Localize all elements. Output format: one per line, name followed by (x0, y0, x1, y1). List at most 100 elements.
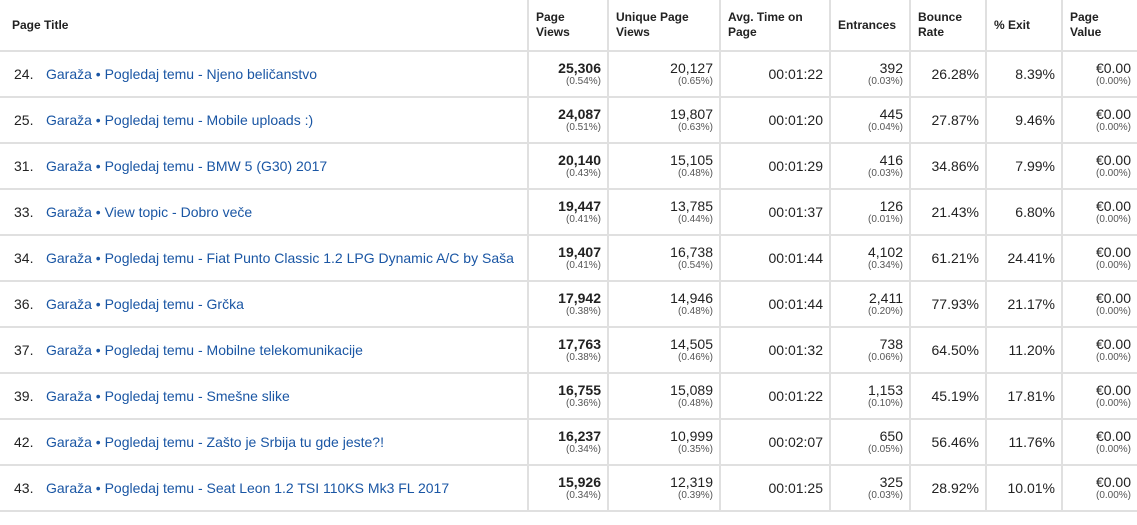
unique-page-views-value: 13,785 (670, 198, 713, 214)
page-value-value: €0.00 (1095, 152, 1131, 168)
page-views-percent: (0.43%) (565, 168, 601, 179)
cell-page-title: 39. Garaža • Pogledaj temu - Smešne slik… (0, 373, 529, 420)
entrances-value: 650 (879, 428, 903, 444)
table-row: 33. Garaža • View topic - Dobro veče 19,… (0, 189, 1137, 236)
page-views-value: 16,237 (558, 428, 601, 444)
row-rank: 42. (14, 433, 34, 450)
cell-entrances: 416 (0.03%) (830, 143, 911, 190)
entrances-value: 392 (879, 60, 903, 76)
unique-page-views-value: 16,738 (670, 244, 713, 260)
page-value-percent: (0.00%) (1095, 444, 1131, 455)
unique-page-views-value: 15,089 (670, 382, 713, 398)
cell-bounce-rate: 28.92% (910, 465, 987, 512)
row-rank: 37. (14, 341, 34, 358)
cell-avg-time: 00:01:32 (720, 327, 831, 374)
entrances-percent: (0.10%) (867, 398, 903, 409)
page-title-link[interactable]: Garaža • Pogledaj temu - Zašto je Srbija… (46, 434, 384, 451)
table-row: 43. Garaža • Pogledaj temu - Seat Leon 1… (0, 465, 1137, 512)
page-value-percent: (0.00%) (1095, 398, 1131, 409)
cell-unique-page-views: 12,319 (0.39%) (608, 465, 721, 512)
cell-bounce-rate: 64.50% (910, 327, 987, 374)
header-page-views[interactable]: Page Views (528, 0, 609, 52)
entrances-value: 445 (879, 106, 903, 122)
header-page-title[interactable]: Page Title (0, 0, 529, 52)
cell-bounce-rate: 21.43% (910, 189, 987, 236)
table-row: 31. Garaža • Pogledaj temu - BMW 5 (G30)… (0, 143, 1137, 190)
cell-page-title: 36. Garaža • Pogledaj temu - Grčka (0, 281, 529, 328)
entrances-percent: (0.01%) (867, 214, 903, 225)
entrances-percent: (0.03%) (867, 168, 903, 179)
cell-page-value: €0.00 (0.00%) (1062, 327, 1137, 374)
table-header-row: Page Title Page Views Unique Page Views … (0, 0, 1137, 52)
header-unique-page-views[interactable]: Unique Page Views (608, 0, 721, 52)
unique-page-views-percent: (0.48%) (677, 306, 713, 317)
header-entrances[interactable]: Entrances (830, 0, 911, 52)
cell-entrances: 445 (0.04%) (830, 97, 911, 144)
cell-bounce-rate: 27.87% (910, 97, 987, 144)
unique-page-views-percent: (0.35%) (677, 444, 713, 455)
cell-page-views: 15,926 (0.34%) (528, 465, 609, 512)
row-rank: 33. (14, 203, 34, 220)
page-value-value: €0.00 (1095, 198, 1131, 214)
cell-unique-page-views: 10,999 (0.35%) (608, 419, 721, 466)
cell-page-views: 24,087 (0.51%) (528, 97, 609, 144)
header-exit[interactable]: % Exit (986, 0, 1063, 52)
cell-page-views: 19,407 (0.41%) (528, 235, 609, 282)
cell-page-title: 25. Garaža • Pogledaj temu - Mobile uplo… (0, 97, 529, 144)
header-bounce-rate[interactable]: Bounce Rate (910, 0, 987, 52)
entrances-percent: (0.03%) (867, 76, 903, 87)
cell-unique-page-views: 14,946 (0.48%) (608, 281, 721, 328)
page-value-value: €0.00 (1095, 60, 1131, 76)
cell-page-value: €0.00 (0.00%) (1062, 373, 1137, 420)
page-value-percent: (0.00%) (1095, 168, 1131, 179)
unique-page-views-value: 10,999 (670, 428, 713, 444)
cell-bounce-rate: 26.28% (910, 51, 987, 98)
cell-exit: 6.80% (986, 189, 1063, 236)
unique-page-views-value: 15,105 (670, 152, 713, 168)
cell-page-views: 16,237 (0.34%) (528, 419, 609, 466)
entrances-value: 126 (879, 198, 903, 214)
entrances-value: 738 (879, 336, 903, 352)
cell-page-value: €0.00 (0.00%) (1062, 235, 1137, 282)
unique-page-views-percent: (0.48%) (677, 398, 713, 409)
cell-page-views: 17,763 (0.38%) (528, 327, 609, 374)
page-title-link[interactable]: Garaža • Pogledaj temu - BMW 5 (G30) 201… (46, 158, 327, 175)
page-value-value: €0.00 (1095, 106, 1131, 122)
entrances-percent: (0.20%) (867, 306, 903, 317)
cell-unique-page-views: 15,105 (0.48%) (608, 143, 721, 190)
table-row: 24. Garaža • Pogledaj temu - Njeno belič… (0, 51, 1137, 98)
page-title-link[interactable]: Garaža • Pogledaj temu - Seat Leon 1.2 T… (46, 480, 449, 497)
page-title-link[interactable]: Garaža • View topic - Dobro veče (46, 204, 252, 221)
header-page-value[interactable]: Page Value (1062, 0, 1137, 52)
cell-page-title: 24. Garaža • Pogledaj temu - Njeno belič… (0, 51, 529, 98)
cell-exit: 21.17% (986, 281, 1063, 328)
page-value-value: €0.00 (1095, 290, 1131, 306)
page-title-link[interactable]: Garaža • Pogledaj temu - Grčka (46, 296, 244, 313)
page-value-percent: (0.00%) (1095, 260, 1131, 271)
cell-unique-page-views: 15,089 (0.48%) (608, 373, 721, 420)
header-avg-time[interactable]: Avg. Time on Page (720, 0, 831, 52)
entrances-percent: (0.03%) (867, 490, 903, 501)
page-views-value: 15,926 (558, 474, 601, 490)
page-title-link[interactable]: Garaža • Pogledaj temu - Fiat Punto Clas… (46, 250, 514, 267)
page-views-percent: (0.41%) (565, 260, 601, 271)
page-title-link[interactable]: Garaža • Pogledaj temu - Smešne slike (46, 388, 290, 405)
page-title-link[interactable]: Garaža • Pogledaj temu - Mobile uploads … (46, 112, 313, 129)
page-title-link[interactable]: Garaža • Pogledaj temu - Mobilne telekom… (46, 342, 363, 359)
cell-page-value: €0.00 (0.00%) (1062, 97, 1137, 144)
unique-page-views-percent: (0.44%) (677, 214, 713, 225)
cell-page-views: 16,755 (0.36%) (528, 373, 609, 420)
cell-entrances: 650 (0.05%) (830, 419, 911, 466)
unique-page-views-value: 19,807 (670, 106, 713, 122)
page-views-value: 19,407 (558, 244, 601, 260)
cell-avg-time: 00:01:20 (720, 97, 831, 144)
cell-exit: 11.20% (986, 327, 1063, 374)
cell-page-views: 25,306 (0.54%) (528, 51, 609, 98)
row-rank: 43. (14, 479, 34, 496)
cell-avg-time: 00:01:44 (720, 281, 831, 328)
cell-page-title: 33. Garaža • View topic - Dobro veče (0, 189, 529, 236)
page-value-value: €0.00 (1095, 428, 1131, 444)
entrances-value: 325 (879, 474, 903, 490)
page-value-percent: (0.00%) (1095, 306, 1131, 317)
page-title-link[interactable]: Garaža • Pogledaj temu - Njeno beličanst… (46, 66, 317, 83)
